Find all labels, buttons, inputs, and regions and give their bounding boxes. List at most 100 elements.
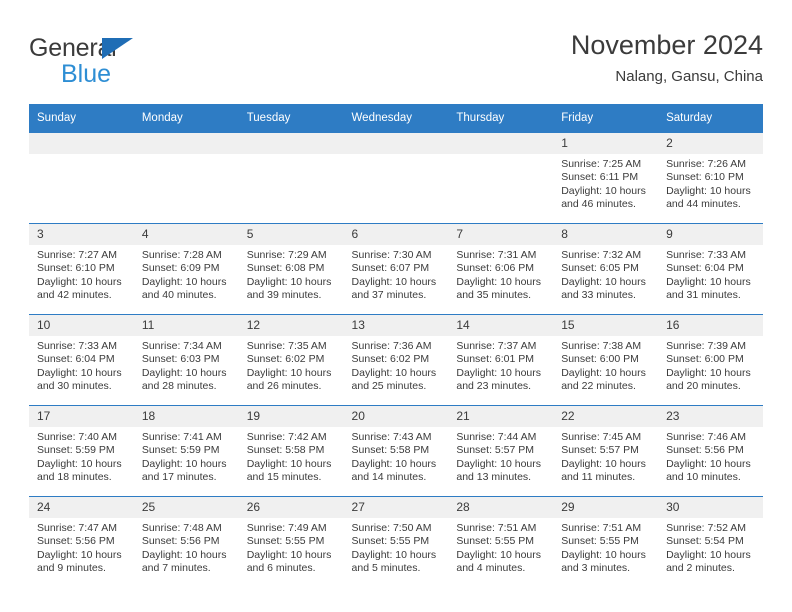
- calendar-day-cell[interactable]: 3 Sunrise: 7:27 AM Sunset: 6:10 PM Daylight…: [29, 223, 134, 315]
- day-details: Sunrise: 7:27 AM Sunset: 6:10 PM Daylight:…: [29, 245, 134, 303]
- daylight-text: Daylight: 10 hours and 4 minutes.: [456, 548, 542, 575]
- sunrise-text: Sunrise: 7:25 AM: [561, 158, 642, 170]
- sunrise-text: Sunrise: 7:32 AM: [561, 249, 642, 261]
- day-number: 23: [658, 406, 763, 427]
- calendar-day-cell[interactable]: 5 Sunrise: 7:29 AM Sunset: 6:08 PM Daylight…: [238, 223, 344, 315]
- day-details: Sunrise: 7:31 AM Sunset: 6:06 PM Daylight:…: [448, 245, 553, 303]
- day-number: 3: [29, 224, 134, 245]
- weekday-header-monday: Monday: [133, 104, 239, 133]
- day-number: 16: [658, 315, 763, 336]
- sunrise-text: Sunrise: 7:50 AM: [351, 522, 432, 534]
- sunset-text: Sunset: 6:09 PM: [141, 262, 220, 275]
- sunset-text: Sunset: 5:56 PM: [666, 444, 744, 457]
- calendar-day-cell[interactable]: 20 Sunrise: 7:43 AM Sunset: 5:58 PM Dayligh…: [343, 405, 449, 497]
- day-number: 28: [448, 497, 554, 518]
- calendar-day-cell[interactable]: 12 Sunrise: 7:35 AM Sunset: 6:02 PM Dayligh…: [238, 314, 344, 406]
- sunrise-text: Sunrise: 7:42 AM: [246, 431, 327, 443]
- calendar-day-cell[interactable]: 18 Sunrise: 7:41 AM Sunset: 5:59 PM Dayligh…: [133, 405, 239, 497]
- weekday-header-friday: Friday: [553, 104, 659, 133]
- sunrise-text: Sunrise: 7:37 AM: [456, 340, 537, 352]
- day-number: 18: [133, 406, 239, 427]
- weekday-header-wednesday: Wednesday: [343, 104, 449, 133]
- daylight-text: Daylight: 10 hours and 31 minutes.: [666, 275, 751, 302]
- sunset-text: Sunset: 6:07 PM: [351, 262, 430, 275]
- calendar-day-cell[interactable]: 21 Sunrise: 7:44 AM Sunset: 5:57 PM Dayligh…: [448, 405, 554, 497]
- daylight-text: Daylight: 10 hours and 17 minutes.: [141, 457, 227, 484]
- day-details: Sunrise: 7:37 AM Sunset: 6:01 PM Daylight:…: [448, 336, 553, 394]
- calendar-day-cell[interactable]: 6 Sunrise: 7:30 AM Sunset: 6:07 PM Daylight…: [343, 223, 449, 315]
- calendar-day-cell[interactable]: 27 Sunrise: 7:50 AM Sunset: 5:55 PM Dayligh…: [343, 496, 449, 587]
- day-details: Sunrise: 7:25 AM Sunset: 6:11 PM Daylight:…: [553, 154, 658, 212]
- sunrise-text: Sunrise: 7:44 AM: [456, 431, 537, 443]
- day-number: 21: [448, 406, 554, 427]
- calendar-week-row: 1 Sunrise: 7:25 AM Sunset: 6:11 PM Daylight…: [29, 132, 763, 224]
- day-number: 7: [448, 224, 554, 245]
- sunset-text: Sunset: 6:06 PM: [456, 262, 535, 275]
- calendar-day-cell[interactable]: 29 Sunrise: 7:51 AM Sunset: 5:55 PM Dayligh…: [553, 496, 659, 587]
- day-number: [29, 133, 134, 154]
- calendar-day-cell[interactable]: 26 Sunrise: 7:49 AM Sunset: 5:55 PM Dayligh…: [238, 496, 344, 587]
- day-number: [133, 133, 239, 154]
- sunset-text: Sunset: 5:54 PM: [666, 535, 744, 548]
- sunrise-text: Sunrise: 7:35 AM: [246, 340, 327, 352]
- sunset-text: Sunset: 5:58 PM: [246, 444, 325, 457]
- daylight-text: Daylight: 10 hours and 33 minutes.: [561, 275, 646, 302]
- calendar-day-cell[interactable]: 30 Sunrise: 7:52 AM Sunset: 5:54 PM Dayligh…: [658, 496, 763, 587]
- sunrise-text: Sunrise: 7:48 AM: [141, 522, 222, 534]
- day-number: 8: [553, 224, 659, 245]
- calendar-day-cell[interactable]: 25 Sunrise: 7:48 AM Sunset: 5:56 PM Dayligh…: [133, 496, 239, 587]
- sunset-text: Sunset: 6:00 PM: [561, 353, 639, 366]
- daylight-text: Daylight: 10 hours and 39 minutes.: [246, 275, 332, 302]
- day-details: Sunrise: 7:50 AM Sunset: 5:55 PM Daylight:…: [344, 518, 449, 576]
- day-details: Sunrise: 7:52 AM Sunset: 5:54 PM Daylight:…: [658, 518, 763, 576]
- day-details: Sunrise: 7:35 AM Sunset: 6:02 PM Daylight:…: [239, 336, 344, 394]
- weekday-header-row: Sunday Monday Tuesday Wednesday Thursday Frid…: [29, 104, 763, 133]
- calendar-day-cell[interactable]: 4 Sunrise: 7:28 AM Sunset: 6:09 PM Daylight…: [133, 223, 239, 315]
- daylight-text: Daylight: 10 hours and 14 minutes.: [351, 457, 437, 484]
- calendar-day-cell[interactable]: 9 Sunrise: 7:33 AM Sunset: 6:04 PM Daylight…: [658, 223, 763, 315]
- day-details: Sunrise: 7:51 AM Sunset: 5:55 PM Daylight:…: [448, 518, 553, 576]
- sunrise-text: Sunrise: 7:34 AM: [141, 340, 222, 352]
- calendar-day-cell[interactable]: 1 Sunrise: 7:25 AM Sunset: 6:11 PM Daylight…: [553, 132, 659, 224]
- sunrise-text: Sunrise: 7:43 AM: [351, 431, 432, 443]
- daylight-text: Daylight: 10 hours and 30 minutes.: [37, 366, 122, 393]
- calendar-day-cell[interactable]: 2 Sunrise: 7:26 AM Sunset: 6:10 PM Daylight…: [658, 132, 763, 224]
- calendar-day-cell[interactable]: 8 Sunrise: 7:32 AM Sunset: 6:05 PM Daylight…: [553, 223, 659, 315]
- sunrise-text: Sunrise: 7:26 AM: [666, 158, 747, 170]
- calendar-day-cell[interactable]: 15 Sunrise: 7:38 AM Sunset: 6:00 PM Dayligh…: [553, 314, 659, 406]
- sunrise-text: Sunrise: 7:38 AM: [561, 340, 642, 352]
- daylight-text: Daylight: 10 hours and 3 minutes.: [561, 548, 646, 575]
- day-details: Sunrise: 7:38 AM Sunset: 6:00 PM Daylight:…: [553, 336, 658, 394]
- generalblue-logo[interactable]: General Blue: [29, 34, 209, 90]
- sunset-text: Sunset: 5:59 PM: [37, 444, 115, 457]
- daylight-text: Daylight: 10 hours and 9 minutes.: [37, 548, 122, 575]
- sunrise-text: Sunrise: 7:30 AM: [351, 249, 432, 261]
- calendar-day-cell[interactable]: 23 Sunrise: 7:46 AM Sunset: 5:56 PM Dayligh…: [658, 405, 763, 497]
- daylight-text: Daylight: 10 hours and 26 minutes.: [246, 366, 332, 393]
- calendar-day-cell[interactable]: 17 Sunrise: 7:40 AM Sunset: 5:59 PM Dayligh…: [29, 405, 134, 497]
- calendar-day-cell[interactable]: 19 Sunrise: 7:42 AM Sunset: 5:58 PM Dayligh…: [238, 405, 344, 497]
- daylight-text: Daylight: 10 hours and 15 minutes.: [246, 457, 332, 484]
- sunrise-text: Sunrise: 7:40 AM: [37, 431, 117, 443]
- calendar-header-row: Sunday Monday Tuesday Wednesday Thursday Frid…: [29, 104, 763, 133]
- calendar-day-cell[interactable]: 11 Sunrise: 7:34 AM Sunset: 6:03 PM Dayligh…: [133, 314, 239, 406]
- day-number: 5: [238, 224, 344, 245]
- weekday-header-tuesday: Tuesday: [238, 104, 344, 133]
- calendar-day-cell[interactable]: 24 Sunrise: 7:47 AM Sunset: 5:56 PM Dayligh…: [29, 496, 134, 587]
- calendar-day-cell[interactable]: 7 Sunrise: 7:31 AM Sunset: 6:06 PM Daylight…: [448, 223, 554, 315]
- daylight-text: Daylight: 10 hours and 2 minutes.: [666, 548, 751, 575]
- calendar-day-cell[interactable]: 22 Sunrise: 7:45 AM Sunset: 5:57 PM Dayligh…: [553, 405, 659, 497]
- calendar-day-cell[interactable]: 10 Sunrise: 7:33 AM Sunset: 6:04 PM Dayligh…: [29, 314, 134, 406]
- daylight-text: Daylight: 10 hours and 18 minutes.: [37, 457, 122, 484]
- calendar-day-cell[interactable]: 28 Sunrise: 7:51 AM Sunset: 5:55 PM Dayligh…: [448, 496, 554, 587]
- sunset-text: Sunset: 6:03 PM: [141, 353, 220, 366]
- calendar-day-cell[interactable]: 14 Sunrise: 7:37 AM Sunset: 6:01 PM Dayligh…: [448, 314, 554, 406]
- day-details: Sunrise: 7:32 AM Sunset: 6:05 PM Daylight:…: [553, 245, 658, 303]
- daylight-text: Daylight: 10 hours and 20 minutes.: [666, 366, 751, 393]
- day-number: 12: [238, 315, 344, 336]
- calendar-day-cell[interactable]: 13 Sunrise: 7:36 AM Sunset: 6:02 PM Dayligh…: [343, 314, 449, 406]
- daylight-text: Daylight: 10 hours and 7 minutes.: [141, 548, 227, 575]
- calendar-day-cell[interactable]: 16 Sunrise: 7:39 AM Sunset: 6:00 PM Dayligh…: [658, 314, 763, 406]
- sunset-text: Sunset: 6:01 PM: [456, 353, 535, 366]
- day-details: Sunrise: 7:48 AM Sunset: 5:56 PM Daylight:…: [134, 518, 239, 576]
